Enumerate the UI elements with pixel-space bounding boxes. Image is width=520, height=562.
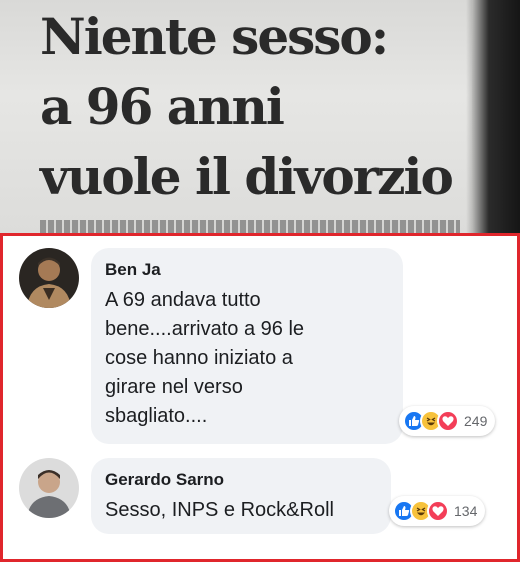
reaction-count: 134: [454, 503, 478, 519]
heart-icon: [427, 500, 449, 522]
headline-line-2: a 96 anni: [40, 77, 285, 136]
comment-text-line: Sesso, INPS e Rock&Roll: [105, 499, 334, 521]
clipping-cut-text: [40, 220, 460, 234]
comment-text-line: cose hanno iniziato a: [105, 347, 293, 369]
comment-text-line: A 69 andava tutto: [105, 289, 261, 311]
reactions-summary[interactable]: 134: [389, 496, 486, 526]
comments-panel: Ben Ja A 69 andava tutto bene....arrivat…: [0, 233, 520, 562]
comment-bubble: Gerardo Sarno Sesso, INPS e Rock&Roll: [91, 458, 391, 534]
headline-line-1: Niente sesso:: [40, 7, 389, 66]
reaction-count: 249: [464, 413, 488, 429]
comment-text-line: sbagliato....: [105, 405, 208, 427]
heart-icon: [437, 410, 459, 432]
comment-text-line: girare nel verso: [105, 376, 243, 398]
newspaper-clipping: Niente sesso: a 96 anni vuole il divorzi…: [0, 0, 520, 236]
comment-bubble: Ben Ja A 69 andava tutto bene....arrivat…: [91, 248, 403, 444]
avatar[interactable]: [19, 248, 79, 308]
paper-edge: [472, 0, 520, 236]
avatar[interactable]: [19, 458, 79, 518]
comment-author[interactable]: Gerardo Sarno: [105, 470, 377, 490]
headline-line-3: vuole il divorzio: [40, 147, 454, 206]
headline: Niente sesso: a 96 anni vuole il divorzi…: [40, 2, 480, 212]
comment-author[interactable]: Ben Ja: [105, 260, 389, 280]
comment-text-line: bene....arrivato a 96 le: [105, 318, 305, 340]
reactions-summary[interactable]: 249: [399, 406, 496, 436]
